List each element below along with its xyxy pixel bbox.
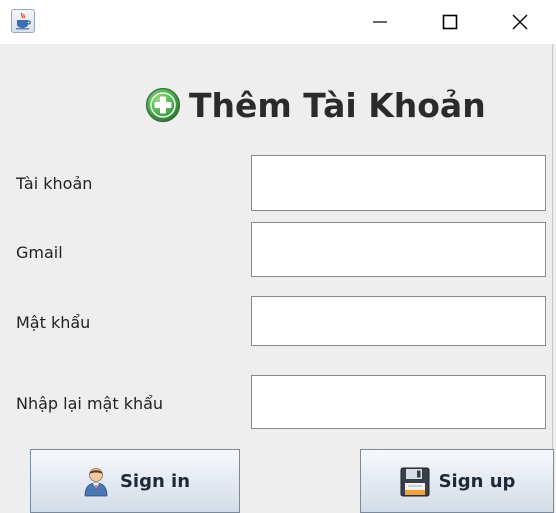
minimize-button[interactable] [357, 0, 403, 44]
minimize-icon [373, 21, 387, 23]
password-field[interactable] [251, 296, 546, 346]
close-icon [512, 14, 528, 30]
sign-in-label: Sign in [119, 471, 191, 492]
form-heading: Thêm Tài Khoản [145, 82, 486, 128]
gmail-field[interactable] [251, 222, 546, 277]
gmail-label: Gmail [16, 243, 63, 262]
username-field[interactable] [251, 155, 546, 211]
username-label: Tài khoản [16, 174, 93, 193]
user-icon [84, 468, 108, 497]
confirm-password-field[interactable] [251, 375, 546, 429]
sign-up-button[interactable]: Sign up [360, 449, 554, 513]
sign-in-button[interactable]: Sign in [30, 449, 240, 513]
title-bar [0, 0, 556, 44]
confirm-password-label: Nhập lại mật khẩu [16, 394, 164, 413]
password-label: Mật khẩu [16, 313, 91, 332]
sign-up-label: Sign up [438, 471, 516, 492]
plus-circle-icon [145, 87, 181, 123]
maximize-icon [442, 14, 458, 30]
page-title: Thêm Tài Khoản [189, 85, 486, 125]
window-edge [552, 44, 553, 511]
maximize-button[interactable] [427, 0, 473, 44]
close-button[interactable] [497, 0, 543, 44]
java-cup-icon[interactable] [11, 9, 35, 33]
floppy-disk-icon [400, 467, 430, 497]
